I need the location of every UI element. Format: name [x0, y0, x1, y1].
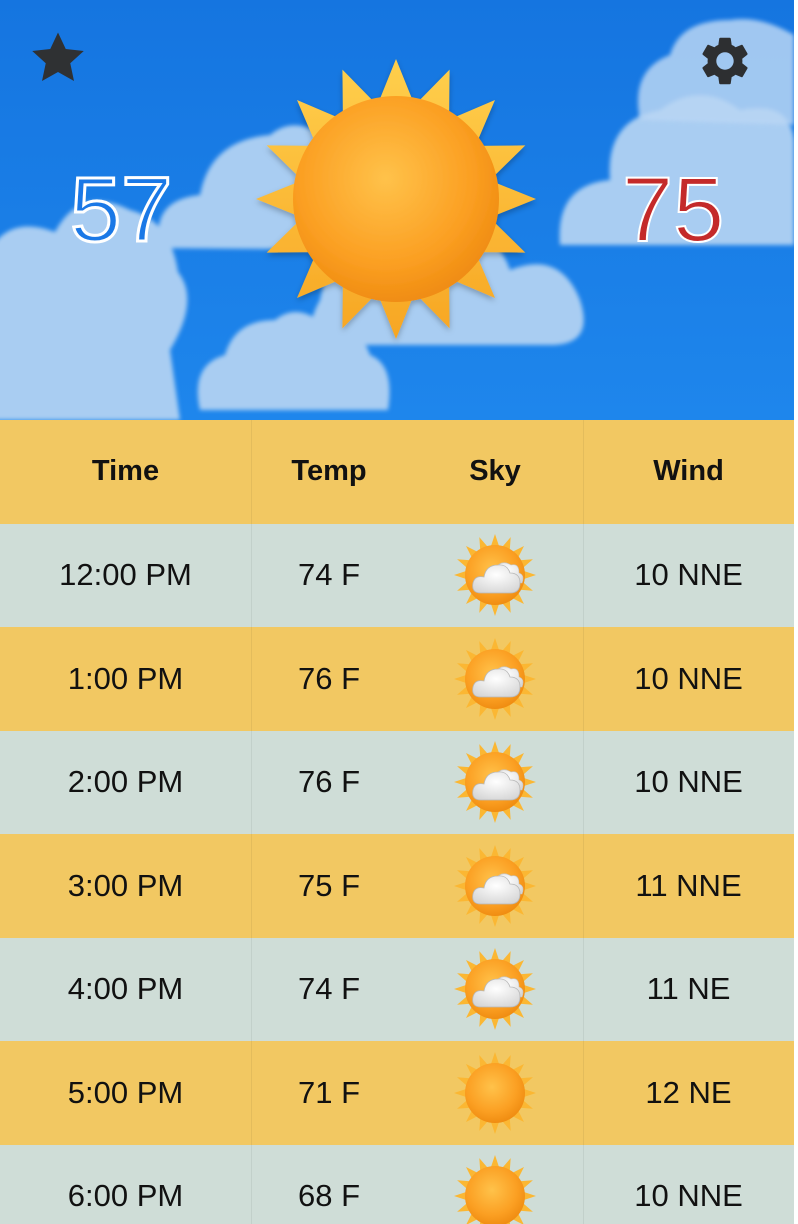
wind-cell: 11 NNE: [635, 867, 742, 903]
table-row[interactable]: 6:00 PM 68 F 10 NNE: [0, 1144, 794, 1224]
table-row[interactable]: 4:00 PM 74 F 11 NE: [0, 937, 794, 1042]
wind-cell: 10 NNE: [634, 764, 743, 800]
time-cell: 6:00 PM: [67, 1178, 184, 1214]
temp-cell: 76 F: [297, 764, 361, 800]
wind-cell: 10 NNE: [634, 660, 743, 696]
table-header-row: Time Temp Sky Wind: [0, 420, 794, 524]
temp-cell: 74 F: [297, 557, 361, 593]
partly-cloudy-icon: [454, 844, 536, 927]
time-cell: 5:00 PM: [67, 1074, 184, 1110]
time-cell: 2:00 PM: [67, 764, 184, 800]
gear-icon: [702, 37, 748, 85]
wind-cell: 10 NNE: [634, 1178, 743, 1214]
wind-cell: 11 NE: [646, 971, 731, 1007]
sky-cell: [420, 524, 570, 628]
temp-cell: 68 F: [297, 1178, 361, 1214]
table-row[interactable]: 1:00 PM 76 F 10 NNE: [0, 627, 794, 731]
table-row[interactable]: 5:00 PM 71 F 12 NE: [0, 1041, 794, 1145]
hourly-forecast-table: Time Temp Sky Wind 12:00 PM 74 F 10 NNE 1:0…: [0, 420, 794, 1224]
column-header-wind[interactable]: Wind: [583, 420, 794, 524]
star-icon: [32, 32, 84, 81]
weather-app: 57 75 Time Temp Sky Wind 12:00 PM 74 F 10 …: [0, 0, 798, 1224]
sky-cell: [420, 938, 570, 1042]
sky-cell: [420, 627, 570, 731]
low-temperature: 57: [68, 159, 173, 262]
partly-cloudy-icon: [454, 534, 536, 617]
settings-button[interactable]: [692, 28, 758, 94]
sunny-icon: [454, 1155, 536, 1224]
temp-cell: 71 F: [297, 1074, 361, 1110]
partly-cloudy-icon: [454, 637, 536, 720]
column-header-time[interactable]: Time: [0, 420, 251, 524]
sky-cell: [420, 1145, 570, 1224]
partly-cloudy-icon: [454, 741, 536, 824]
time-cell: 3:00 PM: [67, 867, 184, 903]
table-row[interactable]: 12:00 PM 74 F 10 NNE: [0, 523, 794, 628]
sun-icon: [256, 59, 536, 339]
temp-cell: 74 F: [297, 971, 361, 1007]
favorite-button[interactable]: [24, 26, 92, 90]
time-cell: 1:00 PM: [67, 660, 184, 696]
table-row[interactable]: 2:00 PM 76 F 10 NNE: [0, 730, 794, 835]
sky-cell: [420, 834, 570, 938]
forecast-header: 57 75: [0, 0, 794, 420]
sunny-icon: [454, 1051, 536, 1134]
high-temperature: 75: [621, 159, 725, 261]
time-cell: 4:00 PM: [67, 971, 184, 1007]
wind-cell: 10 NNE: [634, 557, 743, 593]
time-cell: 12:00 PM: [59, 557, 192, 593]
column-header-temp[interactable]: Temp: [251, 420, 407, 524]
wind-cell: 12 NE: [645, 1074, 732, 1110]
table-row[interactable]: 3:00 PM 75 F 11 NNE: [0, 834, 794, 938]
temp-cell: 76 F: [297, 660, 361, 696]
partly-cloudy-icon: [454, 948, 536, 1031]
column-header-sky[interactable]: Sky: [420, 420, 570, 524]
sky-cell: [420, 1041, 570, 1145]
temp-cell: 75 F: [297, 867, 361, 903]
sky-cell: [420, 731, 570, 835]
